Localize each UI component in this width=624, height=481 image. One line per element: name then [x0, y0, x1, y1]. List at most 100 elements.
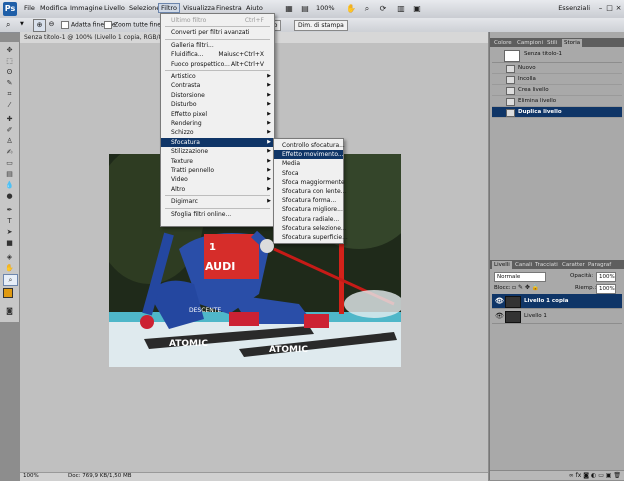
- clone-stamp-icon[interactable]: ♙: [3, 136, 16, 146]
- brush-tool-icon[interactable]: ✐: [3, 125, 16, 135]
- pen-tool-icon[interactable]: ✒: [3, 205, 16, 215]
- mask-icon[interactable]: ◙: [583, 472, 589, 479]
- tab-colore[interactable]: Colore: [492, 39, 514, 47]
- history-item[interactable]: Elimina livello: [492, 96, 622, 107]
- filter-menu-item-stilizzazione[interactable]: Stilizzazione ▶: [161, 147, 274, 156]
- filter-menu-item-altro[interactable]: Altro ▶: [161, 185, 274, 194]
- blur-menu-item-sfocatura-forma[interactable]: Sfocatura forma...: [274, 196, 343, 205]
- maximize-icon[interactable]: □: [605, 3, 614, 14]
- zoom-tool-preset-icon[interactable]: ⌕: [6, 20, 10, 30]
- blur-menu-item-controllo-sfocatura[interactable]: Controllo sfocatura...: [274, 141, 345, 150]
- healing-brush-icon[interactable]: ✚: [3, 114, 16, 124]
- filter-menu-item-galleria-filtri[interactable]: Galleria filtri...: [161, 41, 274, 50]
- marquee-tool-icon[interactable]: ⬚: [3, 56, 16, 66]
- blur-menu-item-sfocatura-migliore[interactable]: Sfocatura migliore...: [274, 205, 343, 214]
- filter-menu-item-contrasta[interactable]: Contrasta ▶: [161, 81, 274, 90]
- blur-menu-item-sfocatura-con-lente[interactable]: Sfocatura con lente...: [274, 187, 346, 196]
- zoom-level[interactable]: 100%: [316, 4, 335, 12]
- tab-caratter[interactable]: Caratter: [560, 261, 587, 269]
- eyedropper-icon[interactable]: ⁄: [3, 100, 16, 110]
- quick-mask-icon[interactable]: ◙: [3, 306, 16, 316]
- filter-menu-item-digimarc[interactable]: Digimarc ▶: [161, 197, 274, 206]
- link-layers-icon[interactable]: ∞: [569, 472, 574, 479]
- menu-immagine[interactable]: Immagine: [70, 4, 103, 12]
- history-item[interactable]: Duplica livello: [492, 107, 622, 118]
- zoom-out-icon[interactable]: ⊖: [46, 19, 57, 30]
- blur-menu-item-sfocatura-selezione[interactable]: Sfocatura selezione...: [274, 224, 347, 233]
- menu-modifica[interactable]: Modifica: [40, 4, 67, 12]
- hand-icon[interactable]: ✋: [344, 2, 358, 15]
- rotate-view-icon[interactable]: ⟳: [376, 2, 390, 15]
- filter-menu-item-schizzo[interactable]: Schizzo ▶: [161, 128, 274, 137]
- bridge-icon[interactable]: ▦: [282, 2, 296, 15]
- quick-selection-icon[interactable]: ✎: [3, 78, 16, 88]
- status-zoom[interactable]: 100%: [23, 473, 39, 479]
- blur-tool-icon[interactable]: 💧: [3, 180, 16, 190]
- layer-row[interactable]: 👁 Livello 1 copia: [492, 294, 622, 309]
- filter-menu-item-video[interactable]: Video ▶: [161, 175, 274, 184]
- history-item[interactable]: Crea livello: [492, 85, 622, 96]
- filter-menu-item-artistico[interactable]: Artistico ▶: [161, 72, 274, 81]
- filter-menu-item-tratti-pennello[interactable]: Tratti pennello ▶: [161, 166, 274, 175]
- filter-menu-item-fluidifica[interactable]: Fluidifica... Maiusc+Ctrl+X: [161, 50, 274, 59]
- blur-menu-item-sfocatura-radiale[interactable]: Sfocatura radiale...: [274, 215, 343, 224]
- filter-menu-item-sfoglia-filtri-online[interactable]: Sfoglia filtri online...: [161, 210, 274, 219]
- blur-menu-item-sfocatura-superficie[interactable]: Sfocatura superficie...: [274, 233, 348, 242]
- minimize-icon[interactable]: –: [596, 3, 605, 14]
- lasso-tool-icon[interactable]: ʘ: [3, 67, 16, 77]
- workspace-switcher[interactable]: Essenziali: [558, 4, 590, 12]
- filter-menu-item-disturbo[interactable]: Disturbo ▶: [161, 100, 274, 109]
- history-item[interactable]: Nuovo: [492, 63, 622, 74]
- history-brush-icon[interactable]: ✍: [3, 147, 16, 157]
- layer-style-icon[interactable]: fx: [576, 472, 582, 479]
- tab-livelli[interactable]: Livelli: [492, 261, 512, 269]
- eraser-icon[interactable]: ▭: [3, 158, 16, 168]
- eye-icon[interactable]: 👁: [495, 309, 504, 323]
- chevron-down-icon[interactable]: ▼: [20, 21, 24, 27]
- blur-menu-item-effetto-movimento[interactable]: Effetto movimento...: [274, 150, 344, 160]
- zoom-tool-icon[interactable]: ⌕: [3, 274, 18, 286]
- menu-finestra[interactable]: Finestra: [216, 4, 242, 12]
- type-tool-icon[interactable]: T: [3, 216, 16, 226]
- mini-bridge-icon[interactable]: ▤: [298, 2, 312, 15]
- filter-menu-item-fuoco-prospettico[interactable]: Fuoco prospettico... Alt+Ctrl+V: [161, 60, 274, 69]
- filter-menu-item-sfocatura[interactable]: Sfocatura ▶: [161, 137, 274, 147]
- layer-row[interactable]: 👁 Livello 1: [492, 309, 622, 324]
- shape-tool-icon[interactable]: ■: [3, 238, 16, 248]
- 3d-rotate-icon[interactable]: ◈: [3, 252, 16, 262]
- hand-tool-icon[interactable]: ✋: [3, 263, 16, 273]
- menu-visualizza[interactable]: Visualizza: [183, 4, 215, 12]
- menu-filtro[interactable]: Filtro: [158, 3, 180, 13]
- blur-menu-item-media[interactable]: Media: [274, 159, 343, 168]
- history-item[interactable]: Incolla: [492, 74, 622, 85]
- group-icon[interactable]: ▭: [598, 472, 604, 479]
- menu-selezione[interactable]: Selezione: [129, 4, 160, 12]
- filter-menu-item-rendering[interactable]: Rendering ▶: [161, 119, 274, 128]
- blur-menu-item-sfoca[interactable]: Sfoca: [274, 169, 343, 178]
- zoom-in-icon[interactable]: ⊕: [33, 19, 46, 32]
- print-size-button[interactable]: Dim. di stampa: [294, 20, 348, 31]
- tab-stili[interactable]: Stili: [545, 39, 559, 47]
- filter-menu-item-texture[interactable]: Texture ▶: [161, 157, 274, 166]
- path-selection-icon[interactable]: ➤: [3, 227, 16, 237]
- menu-aiuto[interactable]: Aiuto: [246, 4, 263, 12]
- crop-tool-icon[interactable]: ⌗: [3, 89, 16, 99]
- foreground-color-swatch[interactable]: [3, 288, 13, 298]
- gradient-tool-icon[interactable]: ▤: [3, 169, 16, 179]
- tab-canali[interactable]: Canali: [513, 261, 534, 269]
- menu-file[interactable]: File: [24, 4, 35, 12]
- arrange-documents-icon[interactable]: ▥: [394, 2, 408, 15]
- adjustment-icon[interactable]: ◐: [591, 472, 596, 479]
- filter-menu-item-converti-per-filtri-avanzati[interactable]: Converti per filtri avanzati: [161, 28, 274, 37]
- tab-tracciati[interactable]: Tracciati: [533, 261, 560, 269]
- opacity-input[interactable]: 100%: [596, 272, 616, 282]
- screen-mode-icon[interactable]: ▣: [410, 2, 424, 15]
- close-icon[interactable]: ×: [614, 3, 623, 14]
- trash-icon[interactable]: 🗑: [613, 472, 621, 479]
- blend-mode-select[interactable]: Normale: [494, 272, 546, 282]
- move-tool-icon[interactable]: ✥: [3, 45, 16, 55]
- lock-icons[interactable]: ▫ ✎ ✥ 🔒: [512, 284, 539, 291]
- eye-icon[interactable]: 👁: [495, 294, 504, 308]
- menu-livello[interactable]: Livello: [104, 4, 125, 12]
- new-layer-icon[interactable]: ▣: [606, 472, 612, 479]
